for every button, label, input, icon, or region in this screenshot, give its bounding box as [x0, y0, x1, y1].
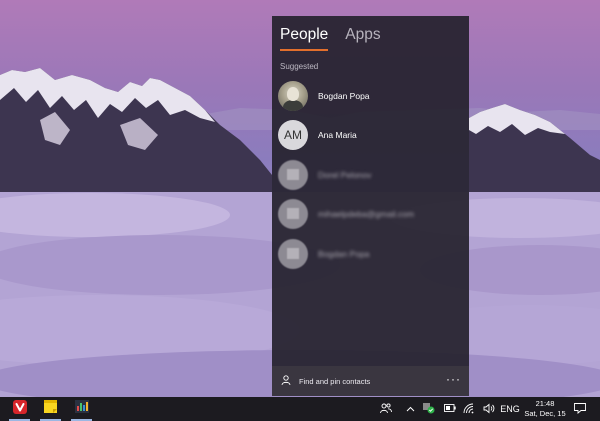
- notification-icon: [574, 402, 586, 416]
- battery-icon: [444, 404, 456, 414]
- contact-item[interactable]: AM Ana Maria: [278, 117, 463, 153]
- input-language-button[interactable]: ENG: [500, 401, 520, 417]
- vivaldi-icon: [12, 399, 27, 419]
- clock-time: 21:48: [535, 399, 555, 408]
- tab-people[interactable]: People: [280, 26, 329, 51]
- action-center-button[interactable]: [572, 401, 588, 417]
- task-manager-icon: [74, 400, 89, 418]
- contact-avatar: [278, 81, 308, 111]
- clock-date: Sat, Dec, 15: [524, 409, 566, 418]
- wifi-icon: [463, 403, 475, 416]
- person-icon: [281, 372, 291, 390]
- tab-apps[interactable]: Apps: [345, 26, 380, 51]
- find-pin-contacts-label: Find and pin contacts: [299, 376, 371, 386]
- contact-item[interactable]: Bogdan Popa: [278, 78, 463, 114]
- flyout-footer: Find and pin contacts ···: [272, 366, 469, 396]
- taskbar-clock[interactable]: 21:48 Sat, Dec, 15: [523, 399, 567, 419]
- find-pin-contacts-button[interactable]: Find and pin contacts: [281, 372, 370, 390]
- chevron-up-icon: [406, 404, 415, 414]
- people-button[interactable]: [379, 401, 393, 417]
- contact-name: Bogdan Popa: [318, 249, 370, 259]
- volume-button[interactable]: [482, 401, 496, 417]
- contact-avatar: [278, 199, 308, 229]
- people-flyout: People Apps Suggested Bogdan Popa AM Ana…: [272, 16, 469, 396]
- contact-avatar: [278, 160, 308, 190]
- battery-button[interactable]: [443, 401, 457, 417]
- taskbar-app-task-manager[interactable]: [67, 397, 96, 421]
- taskbar: ENG 21:48 Sat, Dec, 15: [0, 397, 600, 421]
- contact-avatar: [278, 239, 308, 269]
- contact-name: Ana Maria: [318, 130, 357, 140]
- contact-item[interactable]: Dorel Pelonov: [278, 157, 463, 193]
- contact-name: mihaelpdeba@gmail.com: [318, 209, 415, 219]
- people-icon: [380, 402, 392, 416]
- suggested-label: Suggested: [280, 62, 319, 71]
- contact-item[interactable]: Bogdan Popa: [278, 236, 463, 272]
- contact-name: Bogdan Popa: [318, 91, 370, 101]
- contact-avatar: AM: [278, 120, 308, 150]
- security-tray-button[interactable]: [422, 401, 436, 417]
- network-button[interactable]: [462, 401, 476, 417]
- contact-name: Dorel Pelonov: [318, 170, 372, 180]
- sticky-notes-icon: [44, 400, 57, 418]
- taskbar-app-vivaldi[interactable]: [5, 397, 34, 421]
- taskbar-app-sticky-notes[interactable]: [36, 397, 65, 421]
- shield-check-icon: [423, 402, 435, 416]
- flyout-tabs: People Apps: [280, 26, 398, 51]
- speaker-icon: [483, 403, 495, 416]
- contact-item[interactable]: mihaelpdeba@gmail.com: [278, 196, 463, 232]
- show-hidden-icons-button[interactable]: [404, 401, 416, 417]
- more-options-button[interactable]: ···: [446, 373, 461, 385]
